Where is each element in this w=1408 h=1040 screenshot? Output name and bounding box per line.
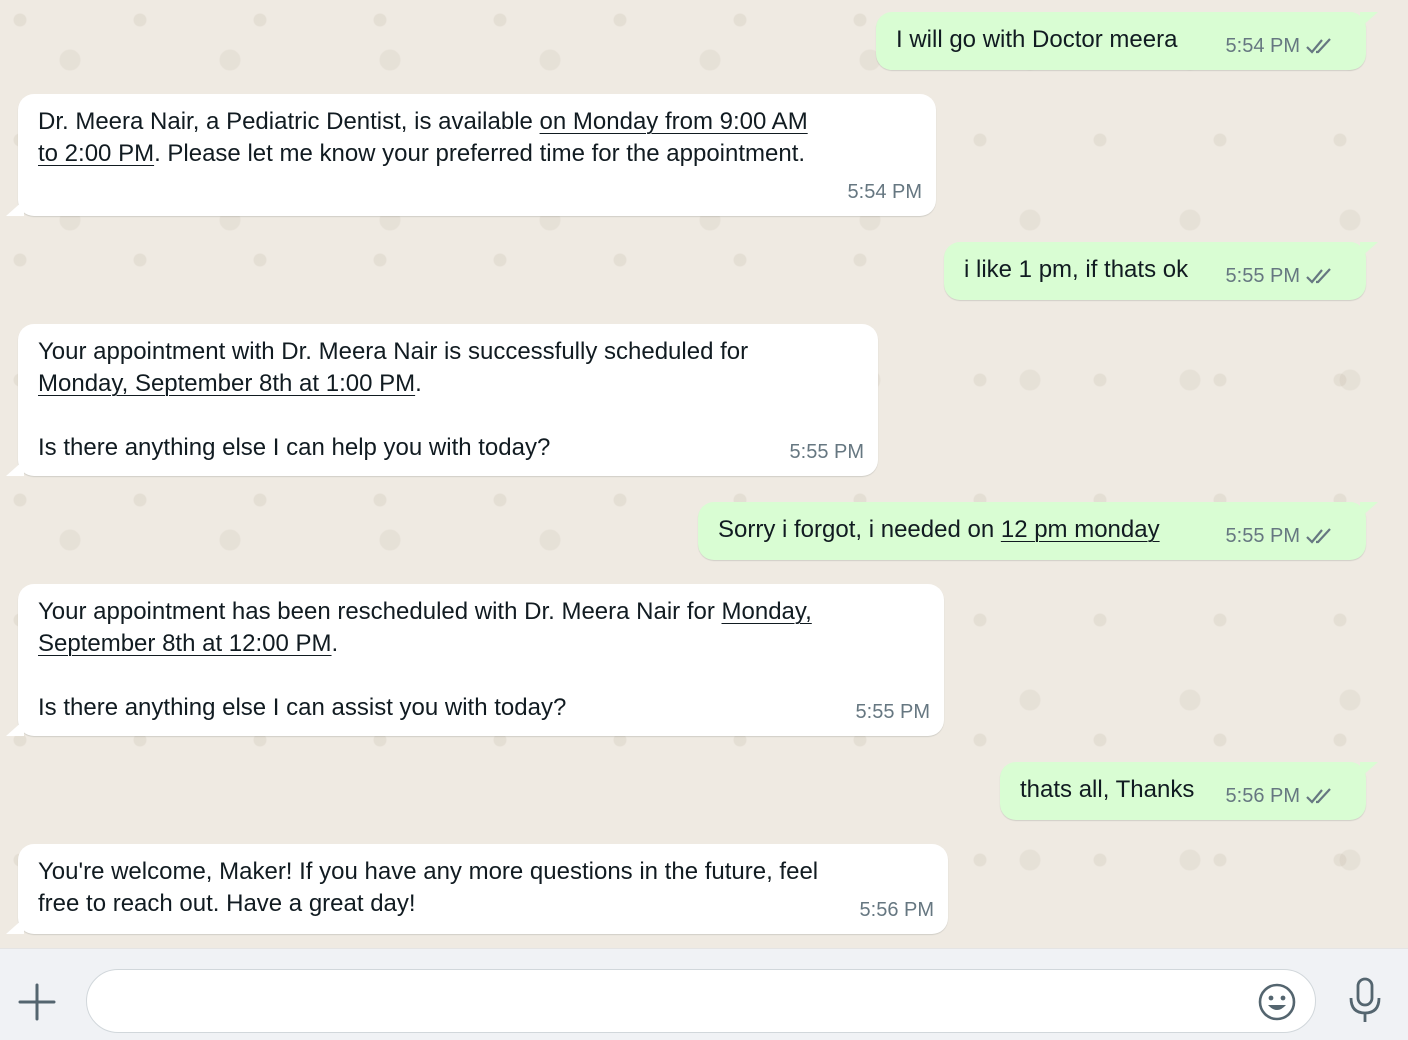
date-link[interactable]: 12 pm monday xyxy=(1001,516,1160,543)
message-time: 5:55 PM xyxy=(1225,525,1300,547)
double-check-icon xyxy=(1306,528,1331,544)
double-check-icon xyxy=(1306,788,1331,804)
date-link[interactable]: September 8th at 12:00 PM xyxy=(38,630,332,657)
double-check-icon xyxy=(1306,38,1331,54)
message-meta: 5:54 PM xyxy=(1226,34,1338,58)
outgoing-message[interactable]: i like 1 pm, if thats ok 5:55 PM xyxy=(944,242,1378,300)
message-text: I will go with Doctor meera xyxy=(896,26,1178,53)
message-text: Your appointment has been rescheduled wi… xyxy=(38,598,722,625)
message-line: You're welcome, Maker! If you have any m… xyxy=(38,858,819,885)
plus-icon xyxy=(18,983,56,1021)
message-meta: 5:56 PM xyxy=(1226,784,1338,808)
message-text: Sorry i forgot, i needed on xyxy=(718,516,1001,543)
message-line: September 8th at 12:00 PM. xyxy=(38,628,924,660)
incoming-message[interactable]: Your appointment with Dr. Meera Nair is … xyxy=(6,324,878,476)
message-time: 5:56 PM xyxy=(1225,785,1300,807)
microphone-icon[interactable] xyxy=(1344,976,1386,1024)
message-text: . xyxy=(331,630,339,657)
incoming-message[interactable]: Your appointment has been rescheduled wi… xyxy=(6,584,944,736)
date-link[interactable]: on Monday from 9:00 AM xyxy=(540,108,808,135)
emoji-icon[interactable] xyxy=(1257,982,1297,1022)
outgoing-message[interactable]: thats all, Thanks 5:56 PM xyxy=(1000,762,1378,820)
message-time: 5:54 PM xyxy=(1225,35,1300,57)
message-meta: 5:55 PM xyxy=(1226,524,1338,548)
message-line: Monday, September 8th at 1:00 PM. xyxy=(38,368,858,400)
incoming-message[interactable]: Dr. Meera Nair, a Pediatric Dentist, is … xyxy=(6,94,936,216)
message-line: Your appointment has been rescheduled wi… xyxy=(38,596,924,628)
date-link[interactable]: Monday, xyxy=(722,598,812,625)
message-text: Dr. Meera Nair, a Pediatric Dentist, is … xyxy=(38,108,540,135)
message-line: Your appointment with Dr. Meera Nair is … xyxy=(38,338,749,365)
chat-panel[interactable]: I will go with Doctor meera 5:54 PM Dr. … xyxy=(0,0,1408,948)
message-time: 5:55 PM xyxy=(789,441,864,463)
message-input-container[interactable] xyxy=(86,969,1316,1034)
message-text: thats all, Thanks xyxy=(1020,776,1195,803)
double-check-icon xyxy=(1306,268,1331,284)
message-line: to 2:00 PM. Please let me know your pref… xyxy=(38,138,916,170)
outgoing-message[interactable]: Sorry i forgot, i needed on 12 pm monday… xyxy=(698,502,1378,560)
message-text: . Please let me know your preferred time… xyxy=(154,140,806,167)
message-time: 5:55 PM xyxy=(1225,265,1300,287)
message-time: 5:56 PM xyxy=(859,899,934,921)
attach-button[interactable] xyxy=(14,979,60,1025)
date-link[interactable]: Monday, September 8th at 1:00 PM xyxy=(38,370,415,397)
message-line: Dr. Meera Nair, a Pediatric Dentist, is … xyxy=(38,106,916,138)
message-input[interactable] xyxy=(111,970,1235,1034)
message-text: i like 1 pm, if thats ok xyxy=(964,256,1189,283)
outgoing-message[interactable]: I will go with Doctor meera 5:54 PM xyxy=(876,12,1378,70)
message-text: . xyxy=(415,370,422,397)
message-line: Is there anything else I can assist you … xyxy=(38,694,567,721)
incoming-message[interactable]: You're welcome, Maker! If you have any m… xyxy=(6,844,948,934)
composer-bar xyxy=(0,948,1408,1040)
message-time: 5:55 PM xyxy=(855,701,930,723)
message-line: free to reach out. Have a great day! xyxy=(38,890,416,917)
message-line: Is there anything else I can help you wi… xyxy=(38,434,551,461)
date-link[interactable]: to 2:00 PM xyxy=(38,140,154,167)
message-time: 5:54 PM xyxy=(847,181,922,203)
message-meta: 5:55 PM xyxy=(1226,264,1338,288)
